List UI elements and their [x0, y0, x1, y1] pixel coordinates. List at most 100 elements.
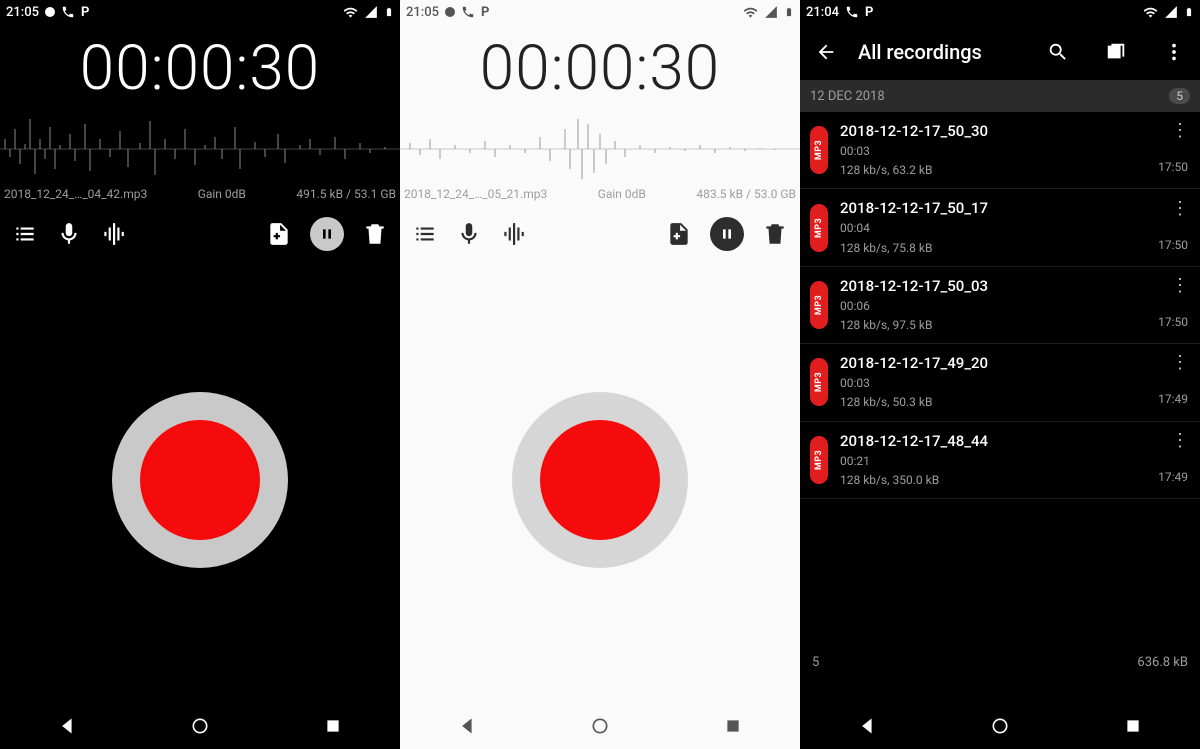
recording-item-time: 17:49: [1158, 470, 1188, 484]
pause-button[interactable]: [310, 217, 344, 251]
more-vert-icon[interactable]: [1162, 40, 1186, 64]
back-arrow-icon[interactable]: [814, 40, 838, 64]
delete-icon[interactable]: [762, 221, 788, 247]
p-indicator-icon: P: [481, 5, 489, 20]
list-icon[interactable]: [412, 221, 438, 247]
nav-back-button[interactable]: [56, 715, 78, 737]
new-file-icon[interactable]: [666, 221, 692, 247]
app-bar: All recordings: [800, 24, 1200, 80]
list-summary-row: 5 636.8 kB: [800, 647, 1200, 703]
recorder-toolbar: [0, 207, 400, 257]
nav-recent-button[interactable]: [322, 715, 344, 737]
android-nav-bar: [0, 703, 400, 749]
recording-size-info: 483.5 kB / 53.0 GB: [696, 187, 796, 201]
date-section-header: 12 DEC 2018 5: [800, 80, 1200, 112]
nav-back-button[interactable]: [856, 715, 878, 737]
recording-item-main: 2018-12-12-17_50_3000:03128 kb/s, 63.2 k…: [840, 122, 1146, 178]
phone-icon: [845, 5, 859, 19]
status-time: 21:05: [406, 5, 439, 20]
summary-size: 636.8 kB: [1137, 655, 1188, 670]
recording-item-more-icon[interactable]: ⋮: [1171, 358, 1188, 368]
recording-item-main: 2018-12-12-17_50_1700:04128 kb/s, 75.8 k…: [840, 199, 1146, 255]
mic-icon[interactable]: [56, 221, 82, 247]
recording-item-more-icon[interactable]: ⋮: [1171, 281, 1188, 291]
pause-button[interactable]: [710, 217, 744, 251]
list-icon[interactable]: [12, 221, 38, 247]
notification-dot-icon: [445, 7, 455, 17]
recording-item[interactable]: MP3 2018-12-12-17_50_03 00:06 128 kb/s, 97.…: [800, 267, 1200, 344]
recording-item-time: 17:50: [1158, 238, 1188, 252]
format-badge-label: MP3: [814, 372, 824, 392]
recording-item-more-icon[interactable]: ⋮: [1171, 204, 1188, 214]
recording-item-main: 2018-12-12-17_48_44 00:21 128 kb/s, 350.0 …: [840, 432, 1146, 488]
status-bar: 21:05 P: [400, 0, 800, 24]
filter-icon[interactable]: [1104, 40, 1128, 64]
wifi-icon: [343, 5, 358, 20]
record-button[interactable]: [512, 392, 688, 568]
equalizer-icon[interactable]: [100, 221, 126, 247]
record-area: [400, 257, 800, 703]
waveform-display: [400, 109, 800, 189]
recording-item-time: 17:50: [1158, 160, 1188, 174]
nav-recent-button[interactable]: [722, 715, 744, 737]
format-badge: MP3: [810, 204, 828, 252]
equalizer-icon[interactable]: [500, 221, 526, 247]
recording-timer: 00:00:30: [0, 32, 400, 105]
recording-item-duration: 00:03: [840, 375, 1146, 391]
recording-item-details: 128 kb/s, 97.5 kB: [840, 317, 1146, 333]
screen-recorder-light: 21:05 P 00:00:30 2018_12_24_…_05_21.mp3 …: [400, 0, 800, 749]
screen-recordings-list: 21:04 P All recordings 12 DEC 2018 5 MP3…: [800, 0, 1200, 749]
format-badge-label: MP3: [814, 295, 824, 315]
wifi-icon: [743, 5, 758, 20]
format-badge-label: MP3: [814, 450, 824, 470]
record-button[interactable]: [112, 392, 288, 568]
android-nav-bar: [800, 703, 1200, 749]
signal-icon: [764, 5, 778, 19]
phone-icon: [61, 5, 75, 19]
battery-icon: [784, 4, 794, 20]
recording-meta-row: 2018_12_24_…_05_21.mp3 Gain 0dB 483.5 kB…: [400, 187, 800, 201]
recording-item-title: 2018-12-12-17_50_17: [840, 199, 1146, 217]
waveform-display: [0, 109, 400, 189]
nav-home-button[interactable]: [589, 715, 611, 737]
mic-icon[interactable]: [456, 221, 482, 247]
recording-item-more-icon[interactable]: ⋮: [1171, 126, 1188, 136]
record-button-inner: [140, 420, 260, 540]
recording-item[interactable]: MP32018-12-12-17_50_3000:03128 kb/s, 63.…: [800, 112, 1200, 189]
recording-item-details: 128 kb/s, 350.0 kB: [840, 472, 1146, 488]
nav-recent-button[interactable]: [1122, 715, 1144, 737]
recording-filename: 2018_12_24_…_05_21.mp3: [404, 187, 547, 201]
wifi-icon: [1143, 5, 1158, 20]
recording-item-title: 2018-12-12-17_50_03: [840, 277, 1146, 295]
status-bar: 21:05 P: [0, 0, 400, 24]
recording-item-duration: 00:04: [840, 220, 1146, 236]
status-bar: 21:04 P: [800, 0, 1200, 24]
signal-icon: [1164, 5, 1178, 19]
recording-item-duration: 00:21: [840, 453, 1146, 469]
record-area: [0, 257, 400, 703]
recording-item[interactable]: MP32018-12-12-17_50_1700:04128 kb/s, 75.…: [800, 189, 1200, 266]
nav-home-button[interactable]: [189, 715, 211, 737]
recording-item-main: 2018-12-12-17_50_03 00:06 128 kb/s, 97.5 k…: [840, 277, 1146, 333]
screen-recorder-dark: 21:05 P 00:00:30 2018_12_24_…_04_42.mp3 …: [0, 0, 400, 749]
recording-item[interactable]: MP3 2018-12-12-17_48_44 00:21 128 kb/s, 350…: [800, 422, 1200, 499]
android-nav-bar: [400, 703, 800, 749]
recording-item-details: 128 kb/s, 50.3 kB: [840, 394, 1146, 410]
recording-item-time: 17:49: [1158, 392, 1188, 406]
nav-back-button[interactable]: [456, 715, 478, 737]
p-indicator-icon: P: [865, 5, 873, 20]
date-header-count: 5: [1169, 88, 1190, 104]
search-icon[interactable]: [1046, 40, 1070, 64]
recording-item-duration: 00:06: [840, 298, 1146, 314]
recording-item-more-icon[interactable]: ⋮: [1171, 436, 1188, 446]
recording-item-time: 17:50: [1158, 315, 1188, 329]
nav-home-button[interactable]: [989, 715, 1011, 737]
new-file-icon[interactable]: [266, 221, 292, 247]
recording-item-duration: 00:03: [840, 143, 1146, 159]
notification-dot-icon: [45, 7, 55, 17]
recording-item-title: 2018-12-12-17_48_44: [840, 432, 1146, 450]
delete-icon[interactable]: [362, 221, 388, 247]
status-time: 21:05: [6, 5, 39, 20]
battery-icon: [1184, 4, 1194, 20]
recording-item[interactable]: MP32018-12-12-17_49_2000:03128 kb/s, 50.…: [800, 344, 1200, 421]
